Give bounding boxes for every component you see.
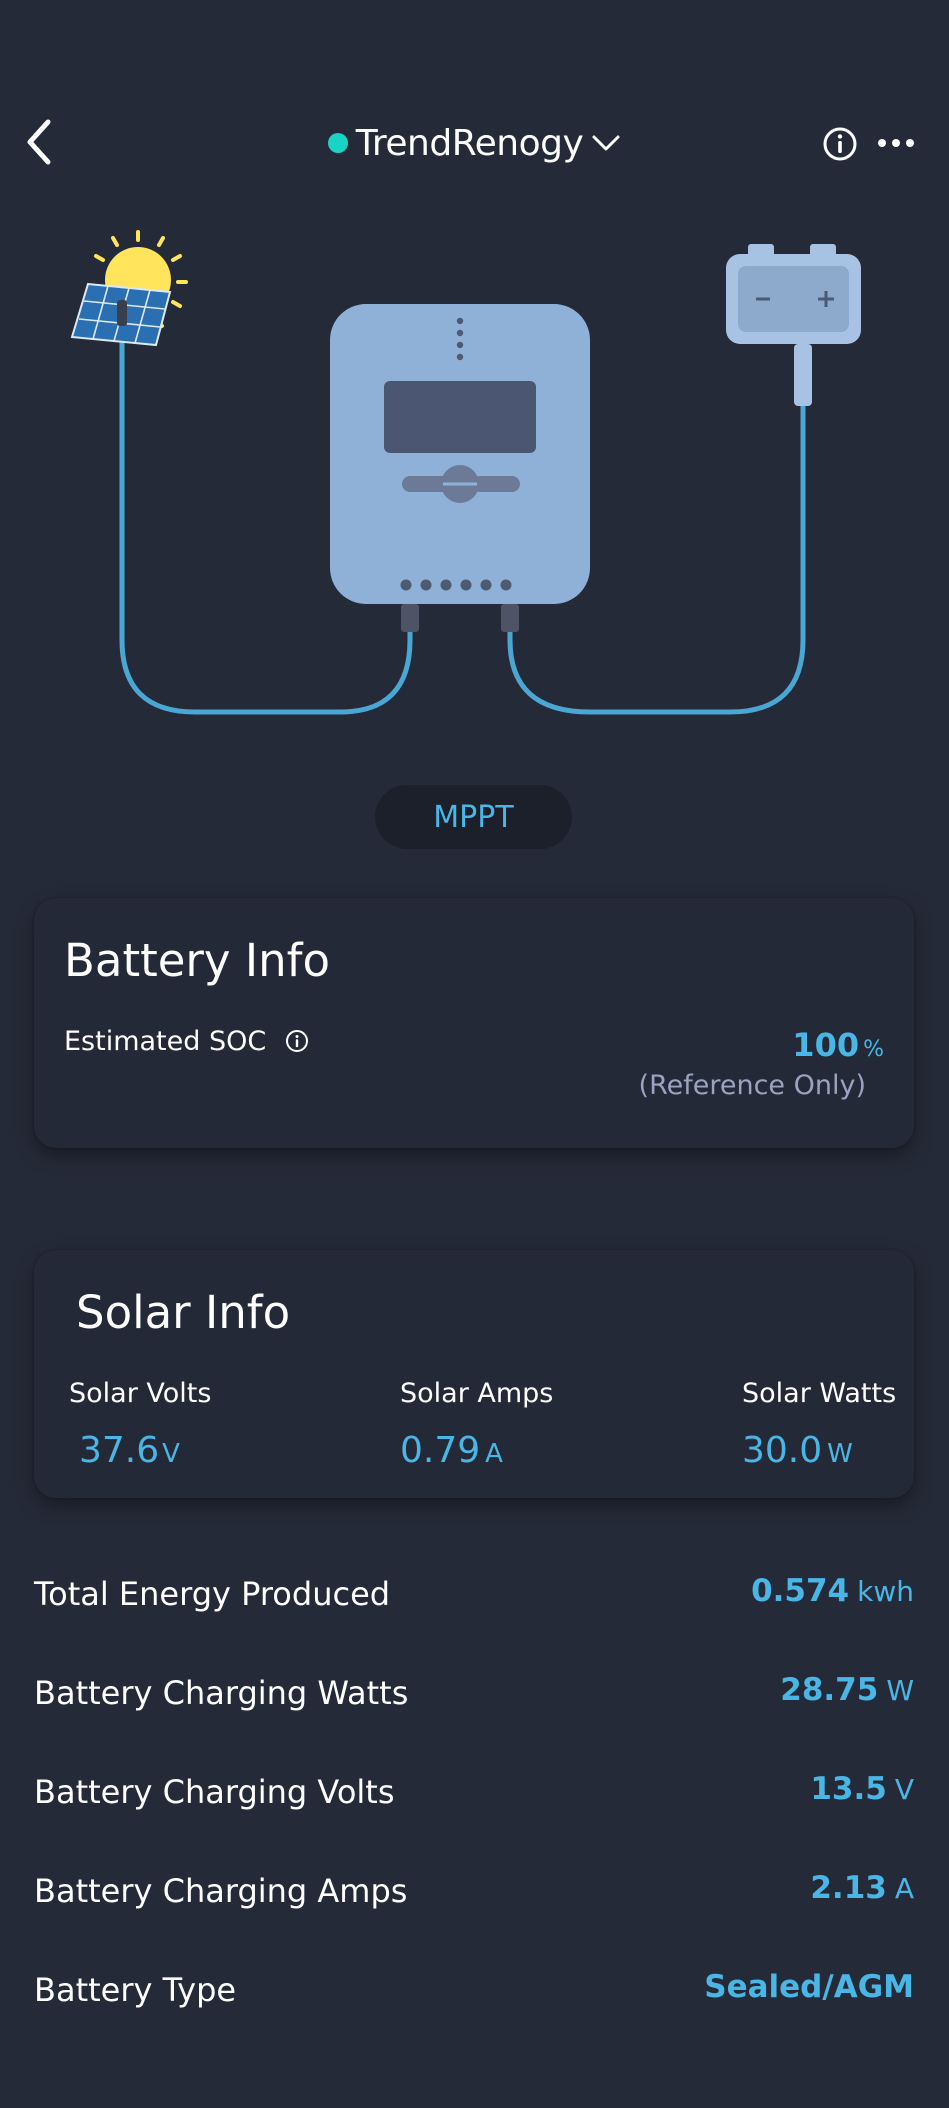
battery-info-card: Battery Info Estimated SOC 100% (Referen… <box>34 898 914 1148</box>
info-icon <box>823 127 857 161</box>
stat-row-charging-volts: Battery Charging Volts 13.5 V <box>34 1763 914 1823</box>
chevron-down-icon <box>592 135 620 151</box>
solar-watts-value: 30.0 W <box>742 1430 853 1471</box>
stat-value: Sealed/AGM <box>704 1969 914 2005</box>
stat-value: 0.574 kwh <box>751 1573 914 1609</box>
battery-info-title: Battery Info <box>64 934 331 987</box>
stat-row-charging-watts: Battery Charging Watts 28.75 W <box>34 1664 914 1724</box>
solar-amps-value: 0.79 A <box>400 1430 503 1471</box>
solar-volts-label: Solar Volts <box>69 1378 212 1409</box>
device-title: TrendRenogy <box>355 122 584 164</box>
soc-value: 100% <box>792 1026 884 1064</box>
stat-label: Battery Charging Watts <box>34 1674 409 1712</box>
soc-note: (Reference Only) <box>638 1070 866 1101</box>
solar-volts-value: 37.6 V <box>79 1430 180 1471</box>
solar-panel-icon <box>70 282 172 347</box>
battery-icon <box>726 244 861 406</box>
info-button[interactable] <box>822 126 858 162</box>
soc-number: 100 <box>792 1026 860 1064</box>
stat-label: Battery Charging Volts <box>34 1773 395 1811</box>
status-dot <box>327 133 348 153</box>
soc-label: Estimated SOC <box>64 1026 267 1057</box>
solar-info-title: Solar Info <box>76 1286 291 1339</box>
soc-info-icon[interactable] <box>284 1028 310 1054</box>
stat-label: Total Energy Produced <box>34 1575 391 1613</box>
stat-row-battery-type: Battery Type Sealed/AGM <box>34 1961 914 2021</box>
solar-info-card: Solar Info Solar Volts 37.6 V Solar Amps … <box>34 1250 914 1498</box>
more-horizontal-icon <box>878 139 914 147</box>
device-selector[interactable]: TrendRenogy <box>0 118 949 168</box>
solar-watts-label: Solar Watts <box>742 1378 897 1409</box>
solar-amps-label: Solar Amps <box>400 1378 554 1409</box>
mode-badge: MPPT <box>375 785 572 849</box>
charge-controller-icon <box>330 304 590 632</box>
stat-row-charging-amps: Battery Charging Amps 2.13 A <box>34 1862 914 1922</box>
more-button[interactable] <box>876 128 916 158</box>
stat-value: 28.75 W <box>780 1672 914 1708</box>
stat-row-total-energy: Total Energy Produced 0.574 kwh <box>34 1565 914 1625</box>
soc-unit: % <box>863 1037 884 1062</box>
stat-value: 2.13 A <box>810 1870 914 1906</box>
stat-label: Battery Charging Amps <box>34 1872 408 1910</box>
stat-label: Battery Type <box>34 1971 237 2009</box>
system-diagram <box>70 230 861 715</box>
stat-value: 13.5 V <box>810 1771 914 1807</box>
mode-label: MPPT <box>433 799 514 835</box>
